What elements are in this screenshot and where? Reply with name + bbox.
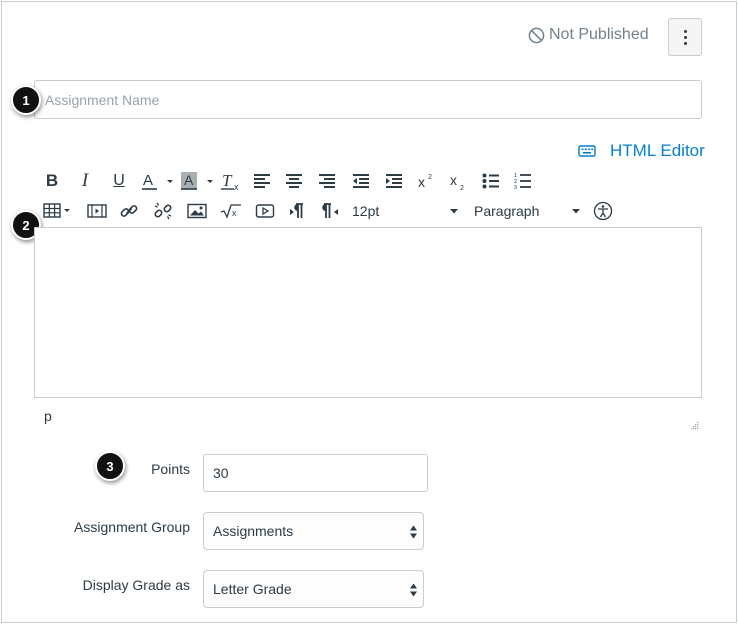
link-icon (120, 205, 138, 217)
italic-button[interactable]: I (74, 169, 96, 193)
font-size-dropdown[interactable]: 12pt (352, 199, 460, 223)
link-button[interactable] (118, 199, 140, 223)
numbered-list-icon: 123 (514, 173, 531, 190)
svg-text:2: 2 (428, 174, 432, 181)
align-right-icon (319, 174, 335, 188)
assignment-group-label: Assignment Group (74, 519, 190, 535)
media-button[interactable] (86, 199, 108, 223)
subscript-button[interactable]: x2 (449, 169, 467, 193)
editor-toolbar-row-1: B I U A A Tx x2 x2 123 (40, 168, 533, 194)
media-icon (87, 204, 107, 218)
html-editor-link[interactable]: HTML Editor (578, 141, 705, 161)
svg-text:3: 3 (514, 185, 517, 190)
html-editor-label: HTML Editor (610, 141, 705, 160)
points-input[interactable] (203, 454, 428, 492)
bullet-list-icon (482, 173, 499, 189)
svg-text:x: x (418, 174, 425, 190)
assignment-group-value: Assignments (213, 523, 294, 539)
underline-icon: U (113, 172, 125, 189)
subscript-icon: x2 (450, 172, 464, 191)
keyboard-icon (578, 145, 596, 157)
block-format-dropdown[interactable]: Paragraph (474, 199, 582, 223)
rich-content-editor-body[interactable] (34, 227, 702, 398)
align-center-button[interactable] (284, 169, 304, 193)
unpublished-circle-icon (528, 27, 545, 43)
font-size-value: 12pt (352, 203, 380, 219)
outdent-icon (353, 174, 369, 188)
ltr-button[interactable] (288, 199, 308, 223)
unlink-button[interactable] (152, 199, 174, 223)
points-label: Points (151, 461, 190, 477)
image-icon (187, 203, 207, 219)
bold-button[interactable]: B (40, 169, 64, 193)
svg-text:T: T (222, 171, 233, 190)
assignment-name-input[interactable] (34, 80, 702, 119)
outdent-button[interactable] (351, 169, 371, 193)
clear-formatting-button[interactable]: Tx (220, 169, 242, 193)
superscript-icon: x2 (418, 174, 432, 190)
svg-text:2: 2 (460, 185, 464, 191)
embed-button[interactable] (254, 199, 276, 223)
publish-status[interactable]: Not Published (528, 26, 649, 44)
align-left-icon (254, 174, 270, 188)
text-color-icon: A (142, 172, 173, 190)
superscript-button[interactable]: x2 (417, 169, 435, 193)
equation-button[interactable]: x (220, 199, 242, 223)
editor-path: p (44, 408, 52, 424)
more-options-button[interactable] (668, 18, 702, 56)
chevron-down-icon (572, 208, 580, 213)
callout-badge-1: 1 (11, 85, 41, 115)
embed-icon (255, 204, 275, 218)
editor-toolbar-row-2: x 12pt Paragraph (40, 198, 614, 224)
numbered-list-button[interactable]: 123 (513, 169, 533, 193)
assignment-group-select[interactable]: Assignments (203, 512, 424, 550)
resize-grip-icon[interactable] (690, 421, 699, 430)
table-icon (43, 203, 70, 218)
clear-formatting-icon: Tx (221, 171, 239, 192)
table-button[interactable] (40, 199, 74, 223)
align-right-button[interactable] (317, 169, 337, 193)
block-format-value: Paragraph (474, 203, 540, 219)
publish-status-label: Not Published (549, 26, 649, 43)
display-grade-select[interactable]: Letter Grade (203, 570, 424, 608)
image-button[interactable] (186, 199, 208, 223)
background-color-icon: A (181, 172, 213, 190)
svg-text:A: A (184, 172, 194, 188)
svg-text:x: x (234, 182, 239, 192)
align-left-button[interactable] (252, 169, 272, 193)
align-center-icon (286, 174, 302, 188)
indent-icon (386, 174, 402, 188)
accessibility-icon (593, 201, 613, 221)
kebab-menu-icon (683, 28, 687, 46)
select-arrows-icon (410, 525, 417, 539)
svg-text:A: A (143, 172, 153, 189)
text-color-button[interactable]: A (140, 169, 176, 193)
svg-text:x: x (232, 208, 237, 218)
rtl-icon (322, 203, 338, 218)
accessibility-checker-button[interactable] (592, 199, 614, 223)
display-grade-value: Letter Grade (213, 581, 292, 597)
rtl-button[interactable] (320, 199, 340, 223)
equation-icon: x (220, 204, 241, 219)
bullet-list-button[interactable] (481, 169, 501, 193)
unlink-icon (154, 202, 172, 220)
indent-button[interactable] (384, 169, 404, 193)
ltr-icon (290, 203, 303, 218)
select-arrows-icon (410, 583, 417, 597)
italic-icon: I (81, 170, 89, 191)
background-color-button[interactable]: A (180, 169, 216, 193)
svg-text:x: x (450, 172, 457, 188)
display-grade-label: Display Grade as (82, 577, 190, 593)
chevron-down-icon (450, 208, 458, 213)
bold-icon: B (45, 171, 59, 190)
underline-button[interactable]: U (108, 169, 130, 193)
